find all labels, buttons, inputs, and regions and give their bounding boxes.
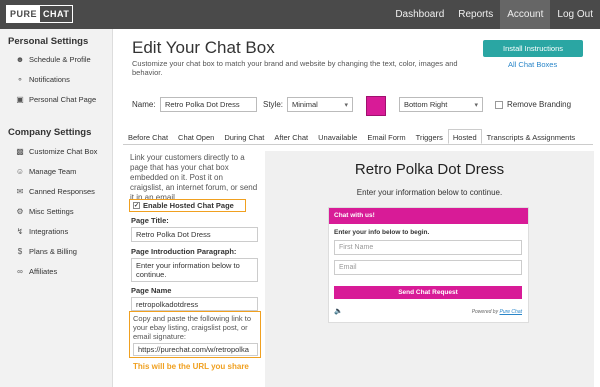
sidebar-item-label: Notifications <box>29 74 70 84</box>
main-content: Edit Your Chat Box Customize your chat b… <box>113 29 600 387</box>
bell-icon: ⚬ <box>16 74 24 84</box>
sidebar: Personal Settings ☻ Schedule & Profile ⚬… <box>0 29 113 387</box>
tab-during-chat[interactable]: During Chat <box>219 129 269 144</box>
company-settings-heading: Company Settings <box>8 127 92 138</box>
sidebar-item-label: Misc Settings <box>29 206 74 216</box>
sidebar-item-misc-settings[interactable]: ⚙ Misc Settings <box>0 201 113 221</box>
remove-branding-label: Remove Branding <box>507 100 572 109</box>
checkmark-icon[interactable]: ✓ <box>133 202 140 209</box>
tab-after-chat[interactable]: After Chat <box>269 129 313 144</box>
sidebar-item-label: Affiliates <box>29 266 58 276</box>
page-title: Edit Your Chat Box <box>132 38 275 57</box>
share-icon: ∞ <box>17 266 23 276</box>
sidebar-item-label: Plans & Billing <box>29 246 77 256</box>
copy-link-instructions: Copy and paste the following link to you… <box>133 314 251 341</box>
tab-bar: Before Chat Chat Open During Chat After … <box>123 129 593 145</box>
style-label: Style: <box>263 100 284 109</box>
plug-icon: ↯ <box>16 226 24 236</box>
sidebar-item-label: Customize Chat Box <box>29 146 98 156</box>
position-select-value: Bottom Right <box>404 100 448 109</box>
tab-hosted[interactable]: Hosted <box>447 129 482 144</box>
style-select[interactable]: Minimal <box>287 97 353 112</box>
page-name-field[interactable]: retropolkadotdress <box>131 297 258 311</box>
tab-chat-open[interactable]: Chat Open <box>173 129 219 144</box>
message-icon: ✉ <box>16 186 24 196</box>
tab-transcripts-assignments[interactable]: Transcripts & Assignments <box>482 129 581 144</box>
color-swatch[interactable] <box>366 96 386 116</box>
sidebar-item-manage-team[interactable]: ☺ Manage Team <box>0 161 113 181</box>
all-chat-boxes-link[interactable]: All Chat Boxes <box>508 60 557 69</box>
page-name-label: Page Name <box>131 286 172 295</box>
personal-settings-heading: Personal Settings <box>8 36 89 47</box>
enable-hosted-label: Enable Hosted Chat Page <box>143 201 234 210</box>
preview-title: Retro Polka Dot Dress <box>354 161 505 178</box>
sidebar-item-label: Canned Responses <box>29 186 95 196</box>
page-title-field[interactable]: Retro Polka Dot Dress <box>131 227 258 242</box>
sidebar-item-label: Integrations <box>29 226 69 236</box>
url-share-note: This will be the URL you share <box>133 362 249 371</box>
page-description: Customize your chat box to match your br… <box>132 59 458 77</box>
tab-before-chat[interactable]: Before Chat <box>123 129 173 144</box>
page-icon: ▣ <box>16 94 24 104</box>
sidebar-item-label: Personal Chat Page <box>29 94 97 104</box>
position-select[interactable]: Bottom Right <box>399 97 483 112</box>
page-intro-field[interactable]: Enter your information below to continue… <box>131 258 258 282</box>
top-bar: PURE CHAT Dashboard Reports Account Log … <box>0 0 600 29</box>
name-field[interactable]: Retro Polka Dot Dress <box>160 97 257 112</box>
chat-header: Chat with us! <box>329 208 528 224</box>
gear-icon: ⚙ <box>16 206 24 216</box>
sidebar-item-canned-responses[interactable]: ✉ Canned Responses <box>0 181 113 201</box>
tab-unavailable[interactable]: Unavailable <box>313 129 362 144</box>
nav-dashboard[interactable]: Dashboard <box>388 0 451 29</box>
top-nav: Dashboard Reports Account Log Out <box>388 0 600 29</box>
powered-by-prefix: Powered by <box>471 309 499 315</box>
style-select-value: Minimal <box>292 100 318 109</box>
user-icon: ☻ <box>15 54 25 64</box>
nav-reports[interactable]: Reports <box>451 0 500 29</box>
name-label: Name: <box>132 100 156 109</box>
tab-triggers[interactable]: Triggers <box>411 129 448 144</box>
chat-box-preview: Chat with us! Enter your info below to b… <box>328 207 529 323</box>
sidebar-item-affiliates[interactable]: ∞ Affiliates <box>0 261 113 281</box>
tab-email-form[interactable]: Email Form <box>362 129 410 144</box>
enable-hosted-chat-page[interactable]: ✓ Enable Hosted Chat Page <box>129 199 246 212</box>
nav-logout[interactable]: Log Out <box>550 0 600 29</box>
purechat-logo[interactable]: PURE CHAT <box>6 5 74 23</box>
hosted-description: Link your customers directly to a page t… <box>130 153 258 202</box>
team-icon: ☺ <box>15 166 25 176</box>
chat-icon: ▩ <box>16 146 24 156</box>
install-instructions-button[interactable]: Install Instructions <box>483 40 583 57</box>
sidebar-item-label: Schedule & Profile <box>29 54 91 64</box>
logo-part-chat: CHAT <box>43 9 70 19</box>
powered-by-link[interactable]: Pure Chat <box>499 309 522 315</box>
page-intro-label: Page Introduction Paragraph: <box>131 247 237 256</box>
sidebar-item-notifications[interactable]: ⚬ Notifications <box>0 69 113 89</box>
send-chat-request-button[interactable]: Send Chat Request <box>334 286 522 299</box>
sidebar-item-personal-chat-page[interactable]: ▣ Personal Chat Page <box>0 89 113 109</box>
remove-branding-checkbox[interactable] <box>495 101 503 109</box>
hosted-url-field[interactable]: https://purechat.com/w/retropolka <box>133 343 258 356</box>
sidebar-item-label: Manage Team <box>29 166 77 176</box>
nav-account[interactable]: Account <box>500 0 551 29</box>
powered-by: Powered by Pure Chat <box>472 309 522 315</box>
page-title-label: Page Title: <box>131 216 169 225</box>
chat-intro-text: Enter your info below to begin. <box>334 229 430 236</box>
logo-part-pure: PURE <box>7 6 41 22</box>
sidebar-item-plans-billing[interactable]: $ Plans & Billing <box>0 241 113 261</box>
email-field[interactable]: Email <box>334 260 522 275</box>
sidebar-item-integrations[interactable]: ↯ Integrations <box>0 221 113 241</box>
hosted-url-box: Copy and paste the following link to you… <box>129 311 261 358</box>
sidebar-item-schedule-profile[interactable]: ☻ Schedule & Profile <box>0 49 113 69</box>
sound-icon[interactable]: 🔈 <box>334 307 343 315</box>
first-name-field[interactable]: First Name <box>334 240 522 255</box>
sidebar-item-customize-chat-box[interactable]: ▩ Customize Chat Box <box>0 141 113 161</box>
preview-subtitle: Enter your information below to continue… <box>356 188 503 197</box>
dollar-icon: $ <box>17 246 23 256</box>
hosted-form: Link your customers directly to a page t… <box>128 151 261 387</box>
hosted-page-preview: Retro Polka Dot Dress Enter your informa… <box>265 151 594 387</box>
